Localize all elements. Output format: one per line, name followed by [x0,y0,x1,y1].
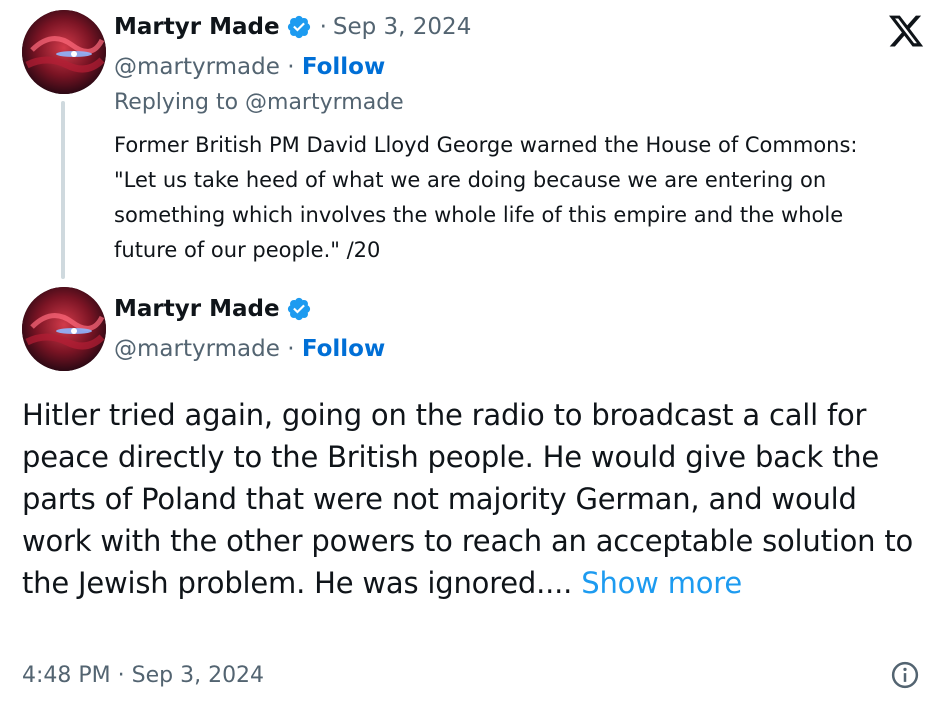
tweet-body: Hitler tried again, going on the radio t… [22,398,914,600]
verified-badge-icon [286,296,312,322]
author-handle[interactable]: @martyrmade [114,336,280,362]
tweet-date[interactable]: Sep 3, 2024 [333,14,471,40]
info-icon[interactable] [890,660,920,694]
verified-badge-icon [286,14,312,40]
follow-button[interactable]: Follow [302,336,385,362]
replying-to-label: Replying to @martyrmade [114,90,404,115]
separator-dot: · [319,14,327,40]
author-name[interactable]: Martyr Made [114,296,280,322]
main-tweet-text: Hitler tried again, going on the radio t… [22,394,922,604]
parent-tweet-header: Martyr Made · Sep 3, 2024 [114,14,471,40]
separator-dot: · [287,54,302,80]
main-tweet-header: Martyr Made [114,296,312,322]
show-more-link[interactable]: Show more [581,566,742,600]
author-handle[interactable]: @martyrmade [114,54,280,80]
parent-tweet-text: Former British PM David Lloyd George war… [114,133,858,262]
separator-dot: · [287,336,302,362]
main-handle-row: @martyrmade · Follow [114,336,385,362]
avatar[interactable] [22,10,106,94]
parent-handle-row: @martyrmade · Follow [114,54,385,80]
follow-button[interactable]: Follow [302,54,385,80]
author-name[interactable]: Martyr Made [114,14,280,40]
thread-connector-line [61,101,65,279]
tweet-timestamp[interactable]: 4:48 PM · Sep 3, 2024 [22,663,264,688]
x-logo-icon[interactable] [886,12,926,54]
avatar[interactable] [22,287,106,371]
